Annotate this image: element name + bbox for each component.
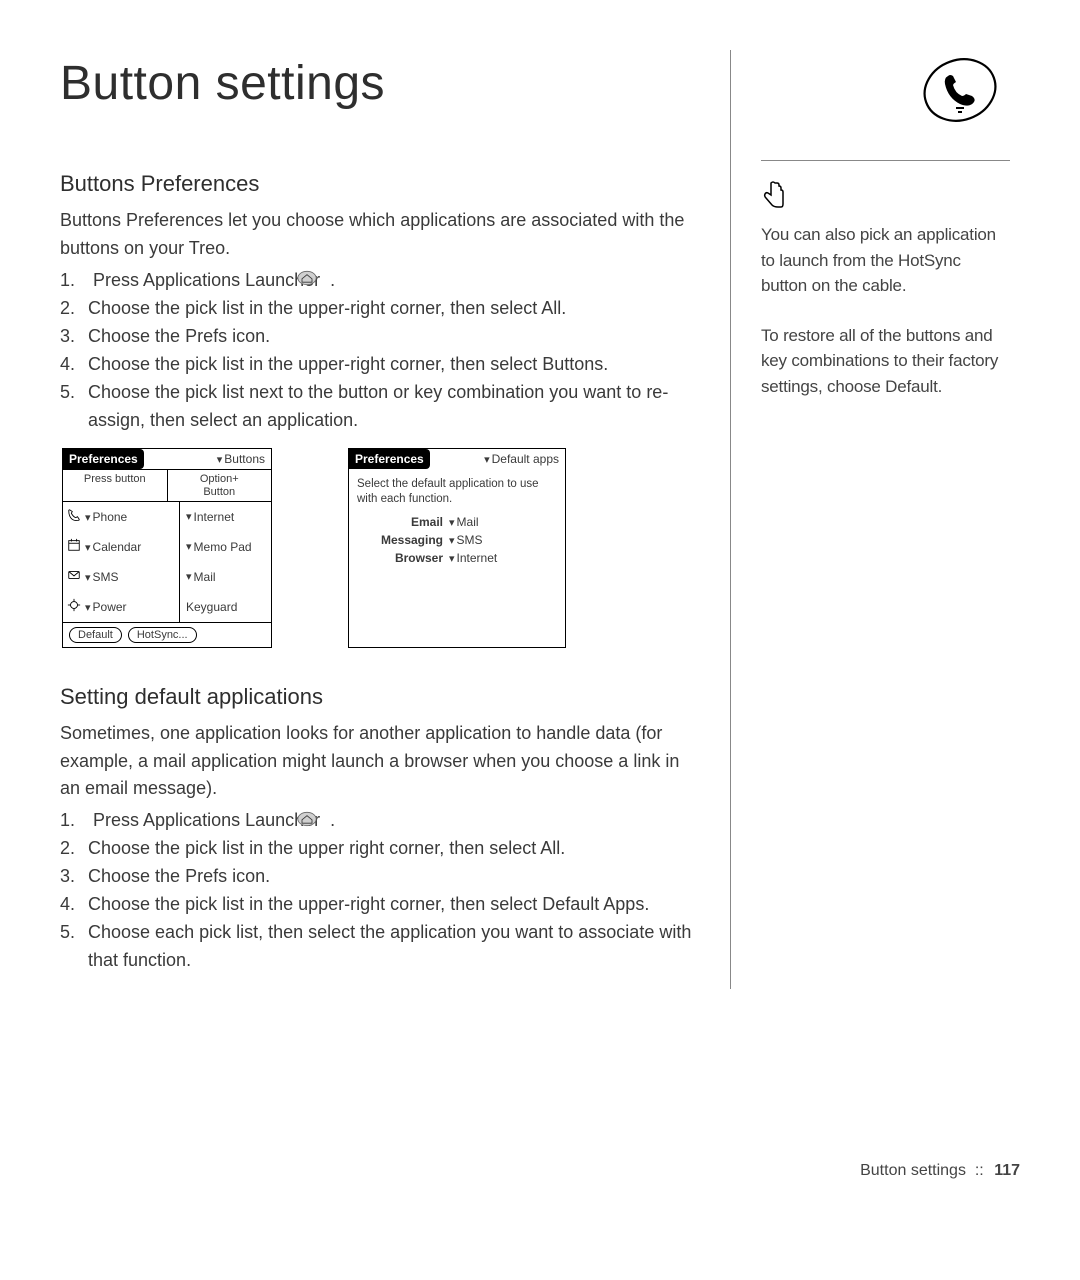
function-label: Email <box>357 515 449 529</box>
phone-decorative-icon <box>920 50 1000 130</box>
step: Press Applications Launcher . <box>60 807 700 835</box>
step: Choose the pick list in the upper-right … <box>60 351 700 379</box>
function-label: Browser <box>357 551 449 565</box>
hotsync-button[interactable]: HotSync... <box>128 627 197 643</box>
app-picklist[interactable]: Mail <box>449 515 557 529</box>
page-title: Button settings <box>60 56 700 111</box>
option-label: Keyguard <box>179 592 271 622</box>
app-picklist[interactable]: SMS <box>449 533 557 547</box>
screen-title: Preferences <box>349 449 430 469</box>
function-label: Messaging <box>357 533 449 547</box>
default-button[interactable]: Default <box>69 627 122 643</box>
screenshot-default-apps: Preferences Default apps Select the defa… <box>348 448 566 647</box>
calendar-icon <box>63 538 85 555</box>
sidebar-tip: You can also pick an application to laun… <box>761 222 1010 299</box>
step: Choose the pick list next to the button … <box>60 379 700 435</box>
step: Choose the Prefs icon. <box>60 863 700 891</box>
section-heading-default-apps: Setting default applications <box>60 684 700 710</box>
step: Choose the pick list in the upper-right … <box>60 891 700 919</box>
option-picklist[interactable]: Mail <box>179 562 271 592</box>
step: Choose the pick list in the upper right … <box>60 835 700 863</box>
screen-instruction: Select the default application to use wi… <box>349 469 565 513</box>
screenshot-buttons-prefs: Preferences Buttons Press button Option+… <box>62 448 272 647</box>
option-picklist[interactable]: Memo Pad <box>179 532 271 562</box>
section2-intro: Sometimes, one application looks for ano… <box>60 720 700 804</box>
phone-icon <box>63 508 85 525</box>
screen-title: Preferences <box>63 449 144 469</box>
power-icon <box>63 598 85 615</box>
sidebar-tip: To restore all of the buttons and key co… <box>761 323 1010 400</box>
section1-intro: Buttons Preferences let you choose which… <box>60 207 700 263</box>
picklist-category[interactable]: Buttons <box>144 449 271 469</box>
button-picklist[interactable]: Phone <box>85 510 179 524</box>
section2-steps: Press Applications Launcher . Choose the… <box>60 807 700 975</box>
sms-icon <box>63 568 85 585</box>
step: Choose the Prefs icon. <box>60 323 700 351</box>
option-picklist[interactable]: Internet <box>179 502 271 532</box>
section1-steps: Press Applications Launcher . Choose the… <box>60 267 700 435</box>
step: Choose the pick list in the upper-right … <box>60 295 700 323</box>
app-picklist[interactable]: Internet <box>449 551 557 565</box>
page-footer: Button settings :: 117 <box>860 1162 1020 1180</box>
column-header: Press button <box>63 470 168 500</box>
step: Choose each pick list, then select the a… <box>60 919 700 975</box>
tip-hand-icon <box>761 179 1010 214</box>
section-heading-buttons-prefs: Buttons Preferences <box>60 171 700 197</box>
page-number: 117 <box>994 1162 1020 1179</box>
divider <box>761 160 1010 161</box>
column-header: Option+ Button <box>168 470 272 500</box>
button-picklist[interactable]: Calendar <box>85 540 179 554</box>
button-picklist[interactable]: Power <box>85 600 179 614</box>
step: Press Applications Launcher . <box>60 267 700 295</box>
button-picklist[interactable]: SMS <box>85 570 179 584</box>
picklist-category[interactable]: Default apps <box>430 449 565 469</box>
